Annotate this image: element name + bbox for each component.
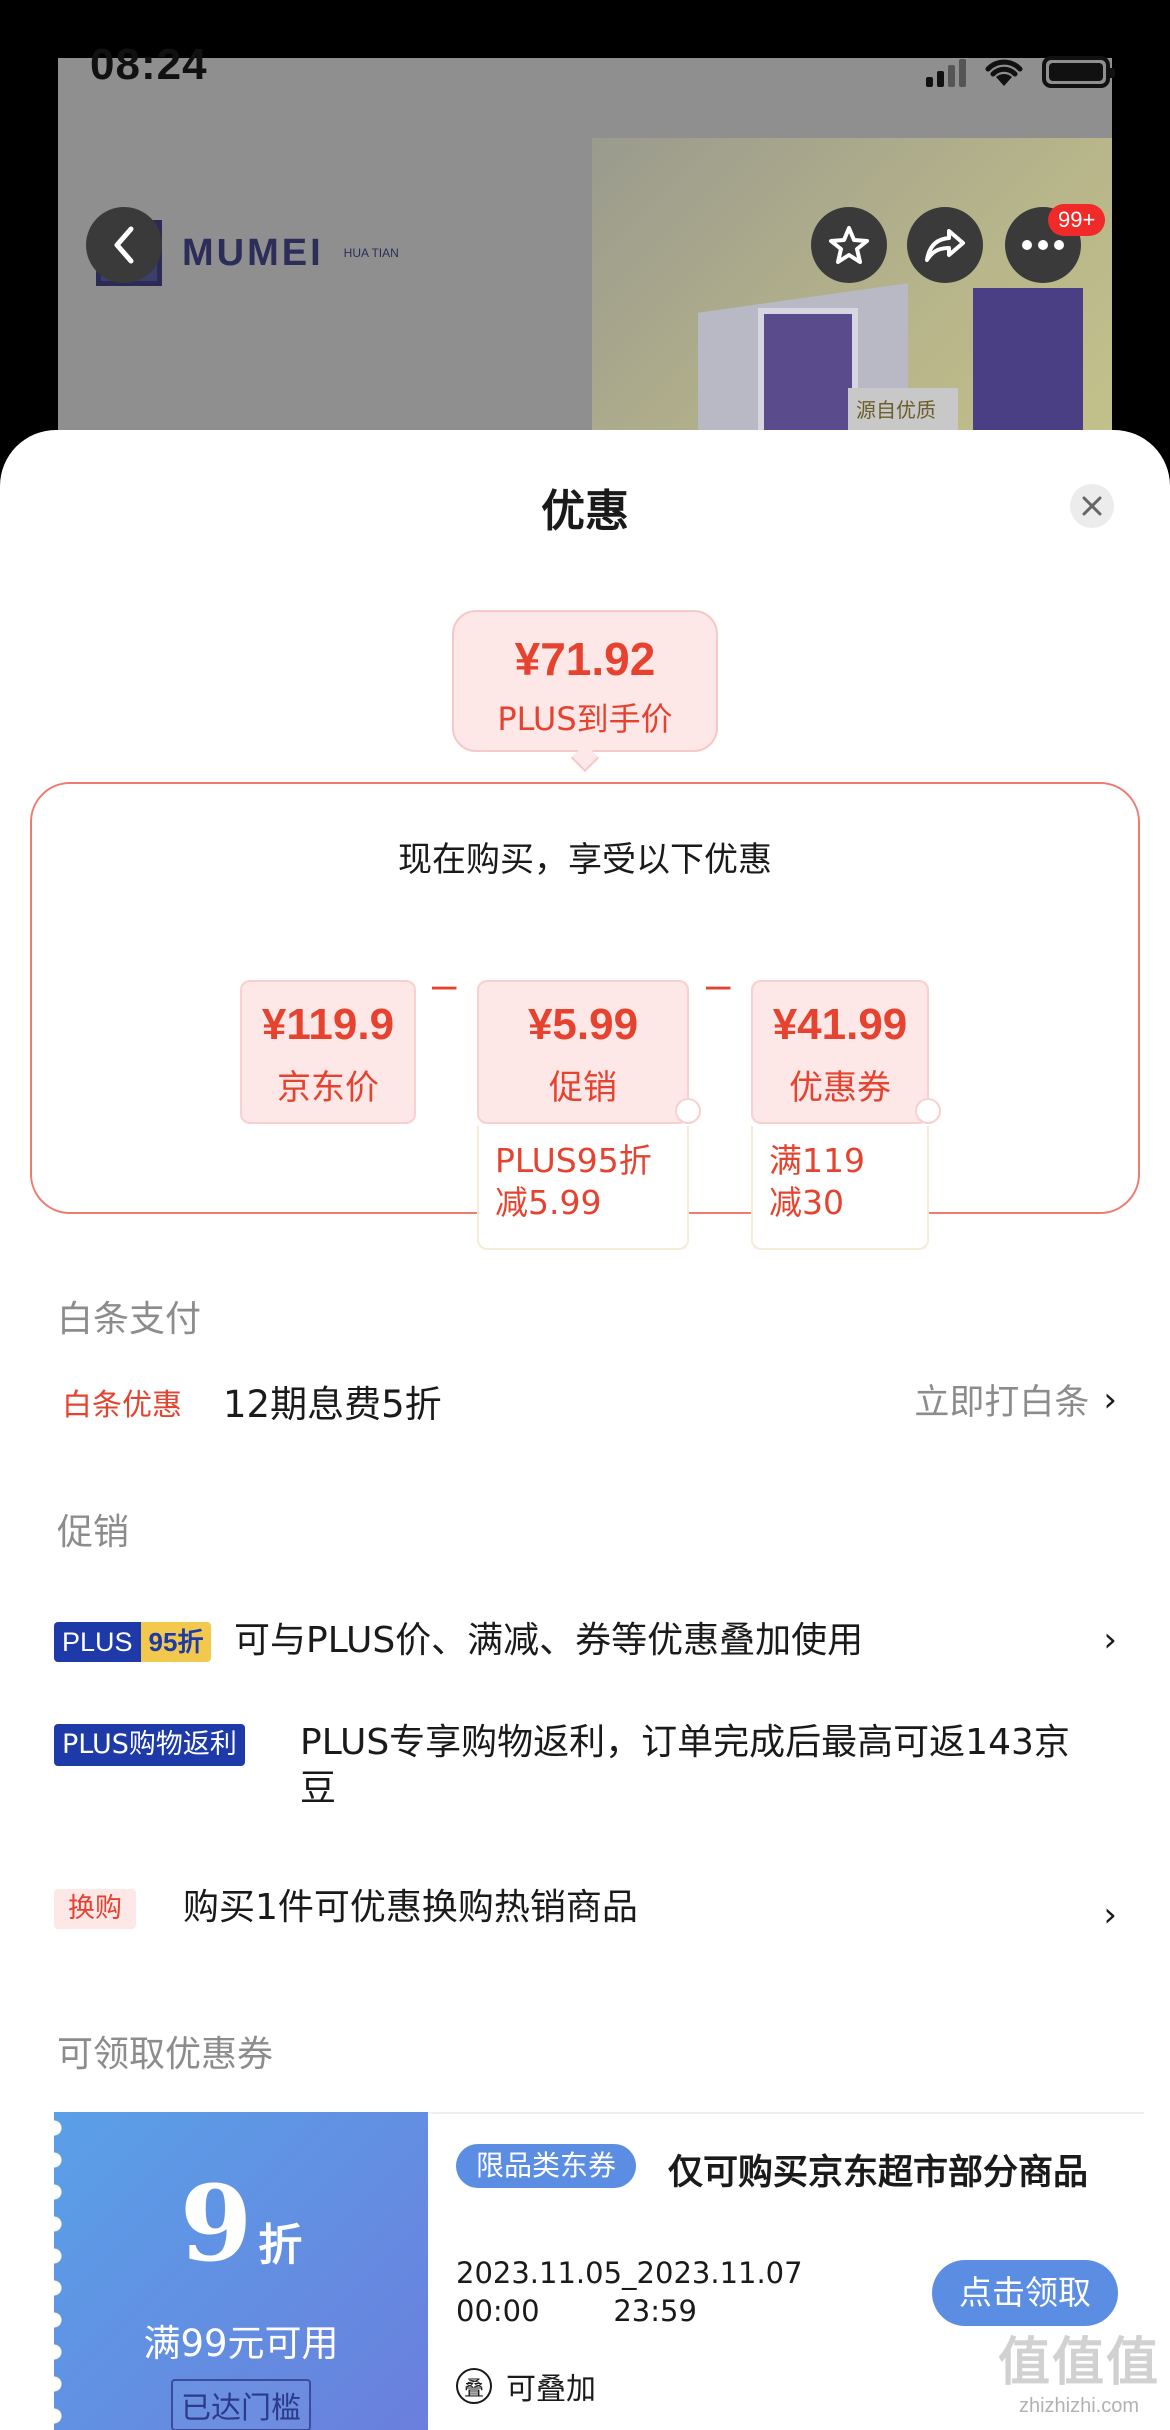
baitiao-offer-text: 12期息费5折 (223, 1383, 442, 1426)
coupon-label: 优惠券 (789, 1068, 891, 1108)
coupon-discount-number: 9 (179, 2162, 253, 2285)
coupon-description: 仅可购买京东超市部分商品 (668, 2153, 1089, 2193)
card-notch (675, 1098, 701, 1124)
discount-tag-label: 95折 (140, 1622, 212, 1662)
back-button[interactable] (86, 207, 162, 283)
promo-amount: ¥5.99 (527, 1000, 639, 1049)
promo-detail-line: 减5.99 (495, 1183, 602, 1222)
baitiao-link[interactable]: 立即打白条 › (914, 1374, 1117, 1425)
coupon-amount: ¥41.99 (772, 1000, 908, 1049)
coupon-item: 9折 满99元可用 已达门槛 限品类东券 仅可购买京东超市部分商品 2023.1… (54, 2112, 1144, 2430)
signal-icon (926, 57, 966, 87)
stack-icon: 叠 (456, 2368, 492, 2404)
star-icon (829, 226, 869, 264)
watermark-logo: 值值值 (997, 2333, 1160, 2393)
promo-text: PLUS专享购物返利，订单完成后最高可返143京豆 (300, 1722, 1070, 1809)
wifi-icon (985, 59, 1023, 86)
validity-times: 00:00 23:59 (456, 2294, 697, 2328)
watermark: 值值值 zhizhizhi.com (998, 2320, 1160, 2418)
stackable-label: 可叠加 (506, 2372, 596, 2407)
validity-dates: 2023.11.05_2023.11.07 (456, 2256, 803, 2290)
coupon-validity: 2023.11.05_2023.11.07 00:00 23:59 (456, 2254, 803, 2330)
plus-95-tag: PLUS 95折 (54, 1622, 212, 1662)
promo-card: ¥5.99 促销 (477, 980, 701, 1124)
section-title-coupons: 可领取优惠券 (57, 2034, 274, 2075)
brand-sub: HUA TIAN (343, 246, 399, 260)
promo-detail: PLUS95折 减5.99 (477, 1126, 689, 1250)
coupon-condition: 满99元可用 (143, 2322, 339, 2365)
plus-rebate-tag: PLUS购物返利 (54, 1724, 245, 1766)
share-icon (925, 229, 965, 262)
section-title-baitiao: 白条支付 (57, 1299, 202, 1340)
final-price: ¥71.92 (514, 633, 656, 685)
jd-price-card: ¥119.9 京东价 (240, 980, 416, 1124)
card-notch (915, 1098, 941, 1124)
section-title-promo: 促销 (57, 1512, 130, 1553)
promo-label: 促销 (549, 1068, 617, 1108)
share-button[interactable] (907, 207, 983, 283)
minus-sign: – (432, 960, 457, 1009)
coupon-discount: 9折 (54, 2112, 428, 2305)
promo-text: 可与PLUS价、满减、券等优惠叠加使用 (234, 1620, 864, 1661)
final-price-pill: ¥71.92 PLUS到手价 (452, 610, 718, 752)
jd-price-label: 京东价 (277, 1068, 379, 1108)
baitiao-link-label: 立即打白条 (914, 1383, 1090, 1423)
final-price-label: PLUS到手价 (497, 700, 673, 738)
coupon-detail-line: 减30 (769, 1183, 844, 1222)
coupon-type-tag: 限品类东券 (456, 2144, 637, 2188)
sheet-title: 优惠 (541, 486, 629, 537)
chevron-right-icon: › (1103, 1620, 1117, 1660)
plus-tag-label: PLUS (54, 1622, 141, 1662)
coupon-discount-unit: 折 (258, 2220, 303, 2271)
chevron-right-icon: › (1103, 1379, 1117, 1420)
more-icon (1022, 240, 1064, 250)
watermark-url: zhizhizhi.com (1018, 2395, 1140, 2417)
breakdown-heading: 现在购买，享受以下优惠 (398, 840, 772, 880)
status-time: 08:24 (90, 40, 208, 89)
claim-coupon-button[interactable]: 点击领取 (932, 2260, 1118, 2326)
coupon-detail: 满119 减30 (751, 1126, 929, 1250)
chevron-left-icon (114, 226, 134, 264)
promo-text: 购买1件可优惠换购热销商品 (183, 1887, 638, 1928)
discount-sheet: 优惠 ¥71.92 PLUS到手价 现在购买，享受以下优惠 ¥119.9 京东价… (0, 430, 1170, 2430)
coupon-card: ¥41.99 优惠券 (751, 980, 941, 1124)
notification-badge: 99+ (1048, 204, 1106, 236)
status-icons (926, 56, 1115, 88)
jd-price-amount: ¥119.9 (261, 1000, 395, 1049)
battery-icon (1042, 56, 1115, 88)
close-icon (1082, 496, 1102, 516)
promo-detail-line: PLUS95折 (495, 1141, 652, 1180)
swap-tag: 换购 (54, 1889, 136, 1929)
stackable-indicator: 叠 可叠加 (456, 2364, 596, 2408)
favorite-button[interactable] (811, 207, 887, 283)
minus-sign: – (706, 960, 731, 1009)
threshold-reached-badge: 已达门槛 (171, 2379, 311, 2430)
close-button[interactable] (1070, 484, 1114, 528)
coupon-detail-line: 满119 (769, 1141, 865, 1180)
chevron-right-icon: › (1103, 1895, 1117, 1935)
brand-name: MUMEI (182, 231, 324, 274)
coupon-value-panel: 9折 满99元可用 已达门槛 (54, 2112, 428, 2430)
baitiao-tag: 白条优惠 (62, 1388, 182, 1423)
